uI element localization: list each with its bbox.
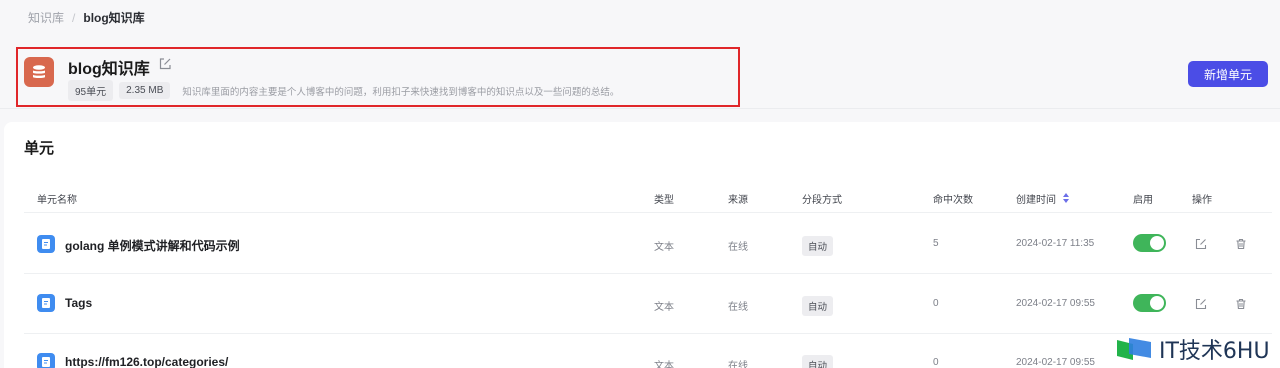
document-icon [37,353,55,368]
column-header-source: 来源 [728,195,748,206]
unit-type: 文本 [654,302,674,313]
breadcrumb-current: blog知识库 [83,11,145,25]
unit-source: 在线 [728,302,748,313]
column-header-name: 单元名称 [37,195,77,206]
enable-toggle[interactable] [1133,234,1166,252]
trash-icon[interactable] [1235,237,1247,250]
watermark-text: IT技术6HU [1159,339,1270,364]
row-divider [24,333,1272,334]
unit-name[interactable]: golang 单例模式讲解和代码示例 [65,237,240,254]
unit-source: 在线 [728,242,748,253]
unit-type: 文本 [654,242,674,253]
column-header-segment: 分段方式 [802,195,842,206]
hit-count: 0 [933,357,939,368]
segment-badge: 自动 [802,236,834,256]
document-icon [37,235,55,253]
unit-source: 在线 [728,361,748,368]
kb-meta: 95单元 2.35 MB 知识库里面的内容主要是个人博客中的问题，利用扣子来快速… [68,80,619,101]
created-time: 2024-02-17 09:55 [1016,298,1095,309]
edit-icon[interactable] [158,57,172,71]
kb-description: 知识库里面的内容主要是个人博客中的问题，利用扣子来快速找到博客中的知识点以及一些… [182,86,620,98]
breadcrumb-root-link[interactable]: 知识库 [28,9,64,26]
divider [0,108,1280,109]
sort-icon[interactable] [1062,191,1070,203]
document-icon [37,294,55,312]
segment-badge: 自动 [802,355,834,368]
row-divider [24,212,1272,213]
enable-toggle[interactable] [1133,294,1166,312]
unit-name[interactable]: Tags [65,296,92,310]
edit-icon[interactable] [1195,297,1207,310]
trash-icon[interactable] [1235,297,1247,310]
column-header-type: 类型 [654,195,674,206]
unit-name[interactable]: https://fm126.top/categories/ [65,355,228,368]
created-time: 2024-02-17 09:55 [1016,357,1095,368]
page-title: blog知识库 [68,61,150,78]
section-title: 单元 [24,140,55,157]
size-badge: 2.35 MB [119,82,171,99]
row-divider [24,273,1272,274]
watermark-logo-icon [1115,336,1153,362]
created-time: 2024-02-17 11:35 [1016,238,1095,249]
add-unit-button[interactable]: 新增单元 [1188,61,1268,87]
column-header-enabled: 启用 [1133,195,1153,206]
column-header-ops: 操作 [1192,195,1212,206]
segment-badge: 自动 [802,296,834,316]
unit-count-badge: 95单元 [68,80,114,101]
hit-count: 5 [933,238,939,249]
database-icon [24,57,54,87]
edit-icon[interactable] [1195,237,1207,250]
unit-type: 文本 [654,361,674,368]
breadcrumb-separator: / [72,10,76,25]
hit-count: 0 [933,298,939,309]
column-header-created[interactable]: 创建时间 [1016,191,1056,206]
column-header-hits: 命中次数 [933,195,973,206]
breadcrumb: 知识库 / blog知识库 [28,9,145,26]
watermark: IT技术6HU [1115,333,1275,365]
